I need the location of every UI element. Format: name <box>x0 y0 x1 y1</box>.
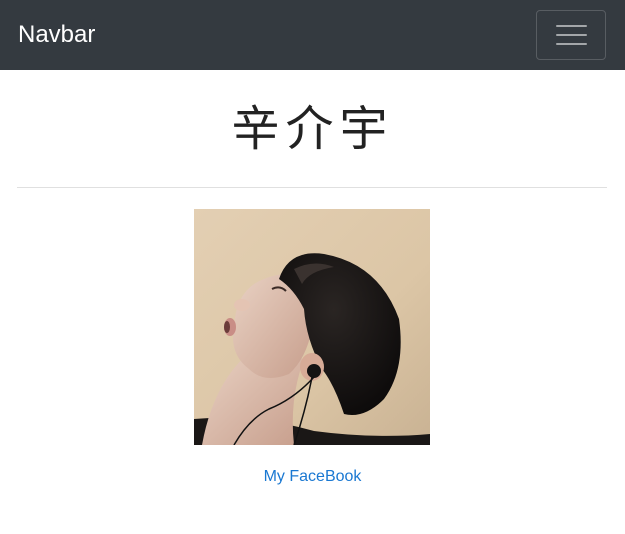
page-title: 辛介宇 <box>231 101 394 157</box>
divider <box>17 187 607 188</box>
main-content: 辛介宇 My FaceBook <box>0 70 625 534</box>
navbar: Navbar <box>0 0 625 70</box>
facebook-link-container: My FaceBook <box>0 466 625 488</box>
navbar-brand[interactable]: Navbar <box>18 19 95 51</box>
profile-photo <box>194 209 430 445</box>
navbar-toggler-button[interactable] <box>536 10 606 60</box>
facebook-link[interactable]: My FaceBook <box>264 468 362 485</box>
